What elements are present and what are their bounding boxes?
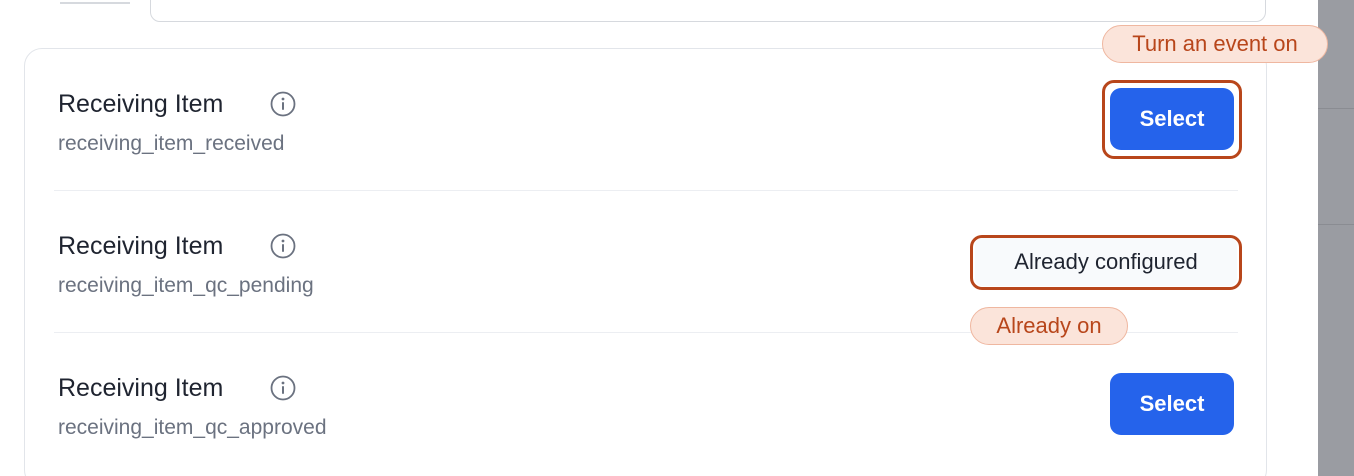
- info-circle-icon[interactable]: [270, 233, 296, 259]
- event-row: Receiving Item receiving_item_received: [58, 88, 1240, 188]
- annotation-already-on: Already on: [970, 307, 1128, 345]
- event-title: Receiving Item: [58, 232, 224, 260]
- event-key: receiving_item_qc_approved: [58, 416, 327, 439]
- event-picker-view: Receiving Item receiving_item_received S…: [0, 0, 1354, 476]
- event-title: Receiving Item: [58, 90, 224, 118]
- search-label: [60, 0, 130, 4]
- info-circle-icon[interactable]: [270, 375, 296, 401]
- event-key: receiving_item_received: [58, 132, 285, 155]
- event-key: receiving_item_qc_pending: [58, 274, 314, 297]
- select-button[interactable]: Select: [1110, 88, 1234, 150]
- select-button[interactable]: Select: [1110, 373, 1234, 435]
- search-input[interactable]: [150, 0, 1266, 22]
- event-title: Receiving Item: [58, 374, 224, 402]
- annotation-turn-on: Turn an event on: [1102, 25, 1328, 63]
- already-configured-button: Already configured: [975, 238, 1237, 286]
- row-divider: [54, 190, 1238, 191]
- event-row: Receiving Item receiving_item_qc_approve…: [58, 372, 1240, 472]
- info-circle-icon[interactable]: [270, 91, 296, 117]
- backdrop-divider: [1318, 108, 1354, 109]
- backdrop-overlay: [1318, 0, 1354, 476]
- backdrop-divider: [1318, 224, 1354, 225]
